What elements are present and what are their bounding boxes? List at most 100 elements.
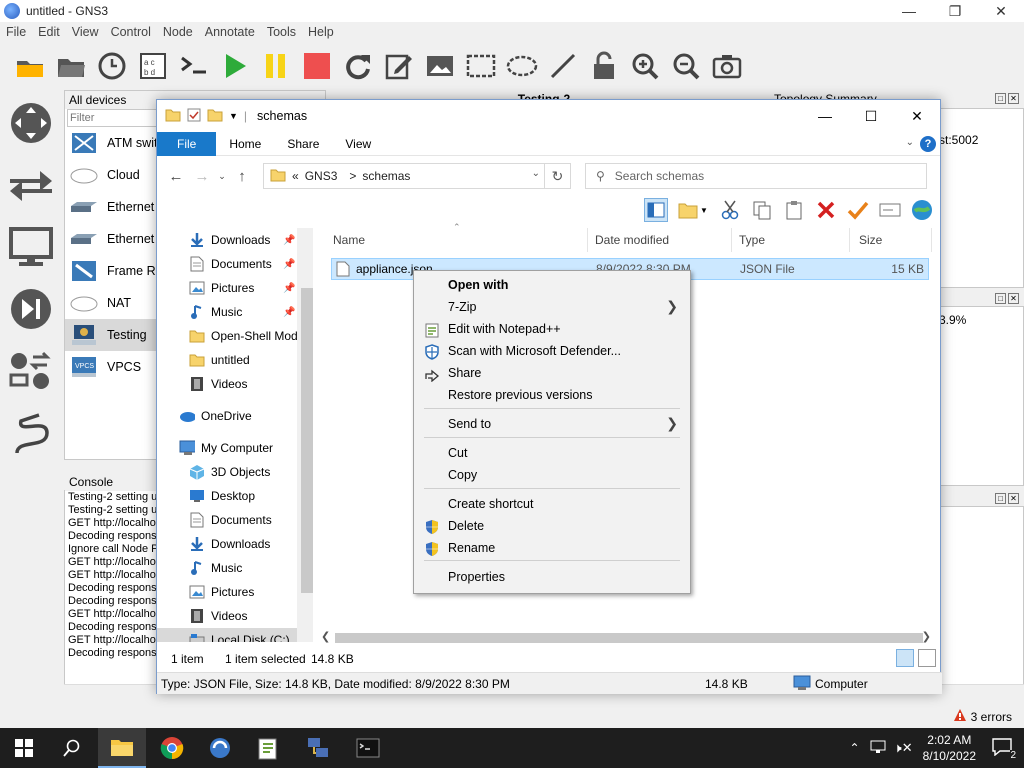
menu-tools[interactable]: Tools	[261, 25, 302, 39]
end-devices-category-icon[interactable]	[6, 222, 56, 272]
globe-icon[interactable]	[910, 198, 934, 222]
draw-rectangle-icon[interactable]	[465, 50, 497, 82]
nav-item-music[interactable]: Music	[157, 556, 313, 580]
breadcrumb-gns3[interactable]: GNS3	[305, 169, 338, 183]
search-taskbar-button[interactable]	[48, 728, 96, 768]
cut-icon[interactable]	[718, 198, 742, 222]
nav-item-videos[interactable]: Videos	[157, 604, 313, 628]
menu-item-share[interactable]: Share	[414, 363, 690, 385]
menu-edit[interactable]: Edit	[32, 25, 66, 39]
quick-access-dropdown-icon[interactable]: ▼	[229, 111, 238, 121]
start-button[interactable]	[0, 728, 48, 768]
address-bar[interactable]: « GNS3 > schemas ⌄	[263, 163, 545, 189]
new-project-icon[interactable]	[14, 50, 46, 82]
nav-item-open-shell-mod[interactable]: Open-Shell Mod	[157, 324, 313, 348]
file-list-horizontal-scrollbar[interactable]: ❮ ❯	[317, 630, 937, 646]
horizontal-scroll-thumb[interactable]	[335, 633, 923, 643]
paste-icon[interactable]	[782, 198, 806, 222]
menu-item-cut[interactable]: Cut	[414, 443, 690, 465]
switches-category-icon[interactable]	[6, 160, 56, 210]
new-folder-dropdown-icon[interactable]: ▼	[676, 198, 710, 222]
navigation-scroll-thumb[interactable]	[301, 288, 313, 593]
explorer-minimize-button[interactable]: —	[802, 100, 848, 132]
delete-x-icon[interactable]	[814, 198, 838, 222]
suspend-icon[interactable]	[260, 50, 292, 82]
close-button[interactable]: ✕	[978, 0, 1024, 22]
menu-item-restore-previous-versions[interactable]: Restore previous versions	[414, 385, 690, 407]
nav-item-documents[interactable]: Documents 📌	[157, 252, 313, 276]
float-pane-icon[interactable]: □	[995, 293, 1006, 304]
reload-icon[interactable]	[342, 50, 374, 82]
menu-item-7-zip[interactable]: 7-Zip ❯	[414, 297, 690, 319]
edit-note-icon[interactable]	[383, 50, 415, 82]
menu-item-scan-with-microsoft-defender[interactable]: Scan with Microsoft Defender...	[414, 341, 690, 363]
close-pane-icon[interactable]: ✕	[1008, 493, 1019, 504]
nav-item-3d-objects[interactable]: 3D Objects	[157, 460, 313, 484]
network-icon[interactable]	[870, 740, 886, 757]
menu-item-properties[interactable]: Properties	[414, 567, 690, 589]
column-type[interactable]: Type	[739, 233, 765, 247]
lock-icon[interactable]	[588, 50, 620, 82]
refresh-icon[interactable]: ↻	[545, 163, 571, 189]
preview-pane-icon[interactable]	[644, 198, 668, 222]
nav-item-untitled[interactable]: untitled	[157, 348, 313, 372]
tab-view[interactable]: View	[332, 132, 384, 156]
zoom-out-icon[interactable]	[670, 50, 702, 82]
open-project-icon[interactable]	[55, 50, 87, 82]
search-input[interactable]: ⚲ Search schemas	[585, 163, 927, 189]
up-arrow-icon[interactable]: ↑	[229, 163, 255, 189]
taskbar-file-explorer[interactable]	[98, 728, 146, 768]
menu-item-create-shortcut[interactable]: Create shortcut	[414, 494, 690, 516]
menu-item-edit-with-notepad[interactable]: Edit with Notepad++	[414, 319, 690, 341]
nav-item-pictures[interactable]: Pictures	[157, 580, 313, 604]
close-pane-icon[interactable]: ✕	[1008, 293, 1019, 304]
minimize-button[interactable]: —	[886, 0, 932, 22]
screenshot-icon[interactable]	[711, 50, 743, 82]
nav-item-music[interactable]: Music 📌	[157, 300, 313, 324]
breadcrumb-schemas[interactable]: schemas	[362, 169, 410, 183]
menu-control[interactable]: Control	[105, 25, 157, 39]
draw-ellipse-icon[interactable]	[506, 50, 538, 82]
taskbar-notepad-plus[interactable]	[244, 728, 292, 768]
menu-view[interactable]: View	[66, 25, 105, 39]
menu-annotate[interactable]: Annotate	[199, 25, 261, 39]
draw-line-icon[interactable]	[547, 50, 579, 82]
stop-icon[interactable]	[301, 50, 333, 82]
nav-item-my-computer[interactable]: My Computer	[157, 436, 313, 460]
float-pane-icon[interactable]: □	[995, 493, 1006, 504]
menu-item-send-to[interactable]: Send to ❯	[414, 414, 690, 436]
all-devices-category-icon[interactable]	[6, 346, 56, 396]
add-link-icon[interactable]	[6, 408, 56, 458]
address-dropdown-icon[interactable]: ⌄	[532, 168, 540, 179]
back-arrow-icon[interactable]: ←	[163, 163, 189, 189]
clock-icon[interactable]	[96, 50, 128, 82]
nav-item-downloads[interactable]: Downloads 📌	[157, 228, 313, 252]
help-icon[interactable]: ?	[920, 136, 936, 152]
details-view-icon[interactable]	[896, 649, 914, 667]
taskbar-command-prompt[interactable]	[344, 728, 392, 768]
tab-share[interactable]: Share	[274, 132, 332, 156]
nav-item-onedrive[interactable]: OneDrive	[157, 404, 313, 428]
insert-picture-icon[interactable]	[424, 50, 456, 82]
menu-item-open-with[interactable]: Open with	[414, 275, 690, 297]
zoom-in-icon[interactable]	[629, 50, 661, 82]
forward-arrow-icon[interactable]: →	[189, 163, 215, 189]
menu-item-delete[interactable]: Delete	[414, 516, 690, 538]
menu-item-rename[interactable]: Rename	[414, 538, 690, 560]
column-name[interactable]: Name	[333, 233, 365, 247]
notification-center-icon[interactable]: 2	[992, 737, 1016, 761]
nav-item-videos[interactable]: Videos	[157, 372, 313, 396]
error-count[interactable]: 3 errors	[971, 710, 1012, 724]
column-date-modified[interactable]: Date modified	[595, 233, 669, 247]
menu-file[interactable]: File	[0, 25, 32, 39]
explorer-maximize-button[interactable]: ☐	[848, 100, 894, 132]
explorer-close-button[interactable]: ✕	[894, 100, 940, 132]
start-icon[interactable]	[219, 50, 251, 82]
nav-item-local-disk-c[interactable]: Local Disk (C:)	[157, 628, 313, 642]
rename-icon[interactable]	[878, 198, 902, 222]
menu-item-copy[interactable]: Copy	[414, 465, 690, 487]
copy-icon[interactable]	[750, 198, 774, 222]
close-pane-icon[interactable]: ✕	[1008, 93, 1019, 104]
taskbar-gns3[interactable]	[196, 728, 244, 768]
float-pane-icon[interactable]: □	[995, 93, 1006, 104]
